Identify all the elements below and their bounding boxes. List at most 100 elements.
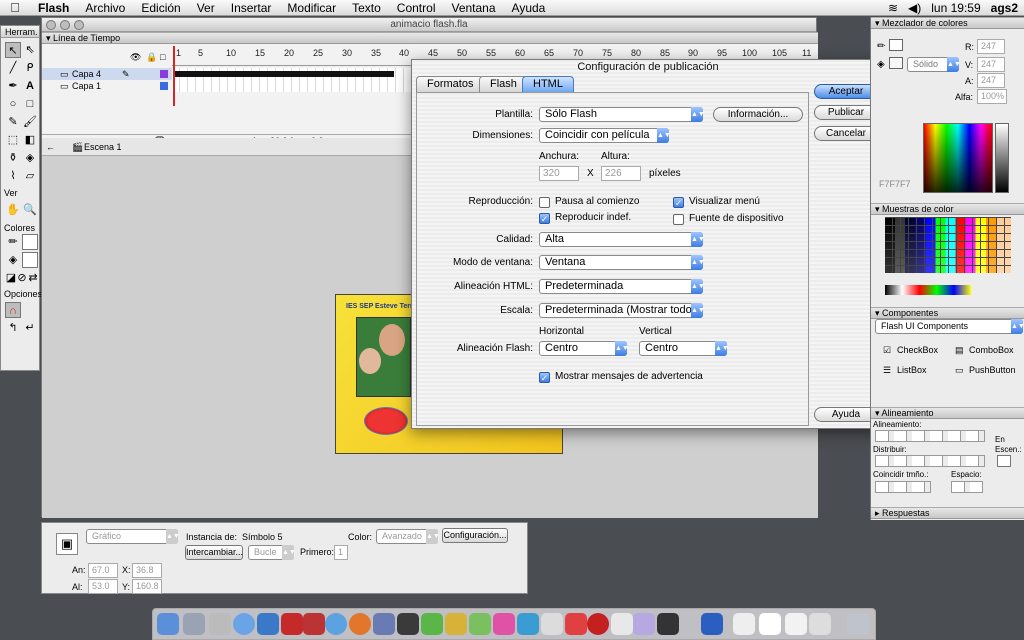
info-button[interactable]: Información...: [713, 107, 803, 122]
ink-bottle-tool-icon[interactable]: ⚱: [5, 150, 21, 166]
itunes-icon[interactable]: [233, 613, 255, 635]
brush-tool-icon[interactable]: 🖌: [22, 114, 38, 130]
modo-select[interactable]: Ventana ▲▼: [539, 255, 705, 270]
wifi-icon[interactable]: ≋: [888, 1, 898, 15]
cancelar-button[interactable]: Cancelar: [814, 126, 878, 141]
stroke-color-swatch[interactable]: [22, 234, 38, 250]
color-spectrum[interactable]: [923, 123, 993, 193]
dimensiones-select[interactable]: Coincidir con película ▲▼: [539, 128, 671, 143]
layer-color-swatch[interactable]: [160, 70, 168, 78]
component-checkbox[interactable]: CheckBox: [897, 345, 938, 355]
lock-icon[interactable]: 🔒: [146, 52, 157, 63]
altura-field[interactable]: 226: [601, 166, 641, 181]
app-icon[interactable]: [445, 613, 467, 635]
app-icon[interactable]: [257, 613, 279, 635]
a-field[interactable]: 247: [977, 73, 1005, 88]
minimize-button[interactable]: [60, 20, 70, 30]
back-arrow-icon[interactable]: ←: [46, 138, 55, 156]
app-icon[interactable]: [611, 613, 633, 635]
smooth-icon[interactable]: ↰: [5, 320, 21, 336]
menu-control[interactable]: Control: [389, 1, 444, 15]
component-pushbutton[interactable]: PushButton: [969, 365, 1016, 375]
eraser-tool-icon[interactable]: ▱: [22, 168, 38, 184]
transform-tool-icon[interactable]: ⬚: [5, 132, 21, 148]
ayuda-button[interactable]: Ayuda: [814, 407, 878, 422]
trash-icon[interactable]: [847, 613, 869, 635]
red-app-icon[interactable]: [303, 613, 325, 635]
app-icon[interactable]: [469, 613, 491, 635]
reproducir-checkbox[interactable]: ✓: [539, 213, 550, 224]
swatches-title[interactable]: ▾ Muestras de color: [871, 203, 1024, 215]
align-buttons[interactable]: [875, 430, 985, 442]
zoom-tool-icon[interactable]: 🔍: [22, 202, 38, 218]
safari-icon[interactable]: [325, 613, 347, 635]
text-tool-icon[interactable]: A: [22, 78, 38, 94]
mixer-fill-swatch[interactable]: [889, 57, 903, 69]
r-field[interactable]: 247: [977, 39, 1005, 54]
mixer-title[interactable]: ▾ Mezclador de colores: [871, 17, 1024, 29]
hex-field[interactable]: F7F7F7: [879, 179, 911, 189]
flash-icon[interactable]: [701, 613, 723, 635]
menu-modificar[interactable]: Modificar: [279, 1, 344, 15]
vertical-select[interactable]: Centro ▲▼: [639, 341, 729, 356]
gradient-swatches[interactable]: [885, 285, 971, 295]
oval-tool-icon[interactable]: ○: [5, 96, 21, 112]
loop-select[interactable]: Bucle ▲▼: [248, 545, 296, 560]
app-icon[interactable]: [657, 613, 679, 635]
menu-app[interactable]: Flash: [30, 1, 77, 15]
timeline-title[interactable]: ▾ Línea de Tiempo: [42, 32, 818, 44]
layer-row[interactable]: ▭ Capa 4 ✎: [42, 68, 172, 80]
apple-icon[interactable]: : [0, 0, 30, 15]
close-button[interactable]: [46, 20, 56, 30]
y-field[interactable]: 160.8: [132, 579, 162, 594]
pausa-checkbox[interactable]: [539, 197, 550, 208]
red-app-icon[interactable]: [281, 613, 303, 635]
snap-magnet-icon[interactable]: ∩: [5, 302, 21, 318]
aceptar-button[interactable]: Aceptar: [814, 84, 878, 99]
finder-icon[interactable]: [157, 613, 179, 635]
app-icon[interactable]: [421, 613, 443, 635]
menu-texto[interactable]: Texto: [344, 1, 389, 15]
stroke-icon[interactable]: ✏: [877, 41, 885, 52]
zoom-button[interactable]: [74, 20, 84, 30]
layer-row[interactable]: ▭ Capa 1: [42, 80, 172, 92]
eyedropper-tool-icon[interactable]: ⌇: [5, 168, 21, 184]
alfa-field[interactable]: 100%: [977, 89, 1007, 104]
space-buttons[interactable]: [951, 481, 983, 493]
stroke-color-icon[interactable]: ✏: [5, 234, 21, 250]
intercambiar-button[interactable]: Intercambiar...: [185, 545, 243, 560]
outline-icon[interactable]: □: [160, 52, 165, 62]
line-tool-icon[interactable]: ╱: [5, 60, 21, 76]
tab-flash[interactable]: Flash: [479, 76, 528, 92]
menu-ventana[interactable]: Ventana: [443, 1, 503, 15]
minimized-window-icon[interactable]: [733, 613, 755, 635]
hand-tool-icon[interactable]: ✋: [5, 202, 21, 218]
align-title[interactable]: ▾ Alineamiento: [871, 407, 1024, 419]
distribute-buttons[interactable]: [875, 455, 985, 467]
publicar-button[interactable]: Publicar: [814, 105, 878, 120]
components-title[interactable]: ▾ Componentes: [871, 307, 1024, 319]
arrow-tool-icon[interactable]: ↖: [5, 42, 21, 58]
height-field[interactable]: 53.0: [88, 579, 118, 594]
brightness-slider[interactable]: [995, 123, 1009, 193]
menu-edicion[interactable]: Edición: [133, 1, 188, 15]
ladybug-icon[interactable]: [364, 407, 408, 435]
tab-html[interactable]: HTML: [522, 76, 574, 92]
minimized-window-icon[interactable]: [809, 613, 831, 635]
lasso-tool-icon[interactable]: ᑭ: [22, 60, 38, 76]
fill-color-swatch[interactable]: [22, 252, 38, 268]
app-icon[interactable]: [493, 613, 515, 635]
menu-ayuda[interactable]: Ayuda: [504, 1, 554, 15]
fill-color-icon[interactable]: ◈: [5, 252, 21, 268]
configuracion-button[interactable]: Configuración...: [442, 528, 508, 543]
escala-select[interactable]: Predeterminada (Mostrar todo) ▲▼: [539, 303, 705, 318]
pen-tool-icon[interactable]: ✒: [5, 78, 21, 94]
paint-bucket-tool-icon[interactable]: ◈: [22, 150, 38, 166]
alin-html-select[interactable]: Predeterminada ▲▼: [539, 279, 705, 294]
flash-app-icon[interactable]: [587, 613, 609, 635]
color-effect-select[interactable]: Avanzado ▲▼: [376, 529, 440, 544]
respuestas-title[interactable]: ▸ Respuestas: [871, 507, 1024, 519]
x-field[interactable]: 36.8: [132, 563, 162, 578]
minimized-window-icon[interactable]: [785, 613, 807, 635]
calidad-select[interactable]: Alta ▲▼: [539, 232, 705, 247]
